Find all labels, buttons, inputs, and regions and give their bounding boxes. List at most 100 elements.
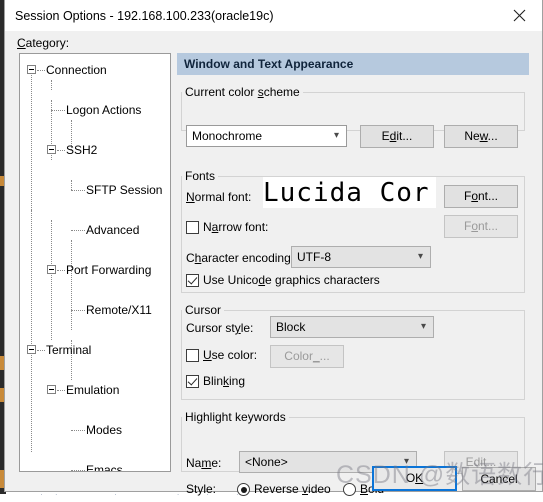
dialog-titlebar: Session Options - 192.168.100.233(oracle… <box>5 0 542 31</box>
tree-item-label: Logon Actions <box>66 103 142 117</box>
btn-part-b: ... <box>487 129 498 143</box>
color-scheme-new-button[interactable]: New... <box>444 125 518 148</box>
label-part-a: Blin <box>203 374 224 388</box>
cursor-style-select[interactable]: Block ▾ <box>270 316 434 338</box>
highlight-style-label: Style: <box>186 482 217 496</box>
tree-item-label: Terminal <box>46 343 92 357</box>
label-part-b: le: <box>240 321 254 335</box>
blinking-label: Blinking <box>203 374 245 388</box>
expander-icon[interactable] <box>47 145 56 154</box>
tree-item-remote-x11[interactable]: Remote/X11 <box>20 300 170 320</box>
tree-item-label: SSH2 <box>66 143 98 157</box>
normal-font-button[interactable]: Font... <box>444 185 518 208</box>
btn-accel: w <box>479 129 488 143</box>
use-color-checkbox[interactable] <box>186 349 199 362</box>
btn-part-a: Ne <box>464 129 480 143</box>
tree-item-logon-actions[interactable]: Logon Actions <box>20 100 170 120</box>
highlight-legend: Highlight keywords <box>185 410 286 424</box>
btn-part-a: Color <box>284 349 313 363</box>
btn-accel: _ <box>312 349 320 363</box>
label-part-a: Use Unico <box>203 273 259 287</box>
label-accel: U <box>203 348 212 362</box>
label-accel: m <box>201 456 212 470</box>
use-color-label: Use color: <box>203 348 257 362</box>
label-part-b: e graphics characters <box>265 273 380 287</box>
tree-item-label: Modes <box>86 423 123 437</box>
tree-item-emulation[interactable]: Emulation <box>20 380 170 400</box>
fonts-legend: Fonts <box>185 169 216 183</box>
label-part-a: Na <box>186 456 202 470</box>
btn-accel: o <box>471 189 478 203</box>
category-label: Category: <box>17 36 69 50</box>
tree-item-terminal[interactable]: Terminal <box>20 340 170 360</box>
tree-item-sftp-session[interactable]: SFTP Session <box>20 180 170 200</box>
cursor-color-button: Color_... <box>270 345 344 368</box>
narrow-font-checkbox[interactable] <box>186 221 199 234</box>
pane-title: Window and Text Appearance <box>177 53 529 75</box>
tree-item-label: Emacs <box>86 463 123 472</box>
appearance-pane: Window and Text Appearance <box>177 53 529 75</box>
tree-item-emacs[interactable]: Emacs <box>20 460 170 472</box>
tree-item-modes[interactable]: Modes <box>20 420 170 440</box>
label-part-b: rmal font: <box>201 190 252 204</box>
use-unicode-graphics-checkbox[interactable] <box>186 274 199 287</box>
chevron-down-icon: ▾ <box>333 130 339 141</box>
tree-item-label: Emulation <box>66 383 120 397</box>
label-part-b: se color: <box>211 348 258 362</box>
label-part-a: Reverse <box>254 482 303 496</box>
tree-item-connection[interactable]: Connection <box>20 60 170 80</box>
btn-part-b: nt... <box>478 189 499 203</box>
expander-icon[interactable] <box>27 345 36 354</box>
category-label-accel: C <box>17 36 26 50</box>
btn-part-a: O <box>405 471 416 485</box>
session-options-dialog: Session Options - 192.168.100.233(oracle… <box>4 0 543 496</box>
ok-button[interactable]: OK <box>372 466 457 491</box>
normal-font-preview: Lucida Cor <box>263 177 436 208</box>
tree-item-port-forwarding[interactable]: Port Forwarding <box>20 260 170 280</box>
reverse-video-radio[interactable] <box>237 483 250 496</box>
label-accel: B <box>360 482 369 496</box>
use-unicode-graphics-label: Use Unicode graphics characters <box>203 273 380 287</box>
dialog-title: Session Options - 192.168.100.233(oracle… <box>15 8 274 23</box>
category-tree[interactable]: Connection Logon Actions SSH2 SFTP Sessi… <box>19 53 171 472</box>
legend-part-b: cheme <box>263 85 300 99</box>
tree-item-ssh2-advanced[interactable]: Advanced <box>20 220 170 240</box>
label-accel: N <box>186 190 195 204</box>
label-part-b: ideo <box>308 482 331 496</box>
character-encoding-label: Character encoding: <box>186 251 294 265</box>
expander-icon[interactable] <box>27 65 36 74</box>
character-encoding-select[interactable]: UTF-8 ▾ <box>291 246 431 268</box>
color-scheme-select[interactable]: Monochrome ▾ <box>186 125 347 147</box>
label-part-a: C <box>186 251 195 265</box>
character-encoding-value: UTF-8 <box>297 250 331 264</box>
cursor-legend: Cursor <box>185 303 222 317</box>
tree-item-label: Advanced <box>86 223 140 237</box>
btn-part-a: E <box>381 129 390 143</box>
btn-part-b: ... <box>319 349 330 363</box>
legend-part-a: Current color <box>185 85 258 99</box>
label-part-b: aracter encoding: <box>201 251 295 265</box>
reverse-video-label: Reverse video <box>254 482 331 496</box>
label-part-a: Cursor st <box>186 321 235 335</box>
btn-accel: o <box>471 219 478 233</box>
color-scheme-legend: Current color scheme <box>182 85 303 99</box>
expander-icon[interactable] <box>47 385 56 394</box>
btn-part-b: nt... <box>478 219 499 233</box>
tree-item-label: Remote/X11 <box>86 303 152 317</box>
color-scheme-edit-button[interactable]: Edit... <box>360 125 434 148</box>
chevron-down-icon: ▾ <box>417 251 423 262</box>
category-label-rest: ategory: <box>25 36 70 50</box>
dialog-body: Category: Connection Logon Actions SSH2 … <box>5 31 542 496</box>
chevron-down-icon: ▾ <box>420 321 426 332</box>
bold-radio[interactable] <box>343 483 356 496</box>
btn-part-a: Cancel <box>480 472 518 486</box>
cursor-style-value: Block <box>276 320 306 334</box>
close-icon[interactable] <box>497 1 542 31</box>
cancel-button[interactable]: Cancel <box>462 467 536 491</box>
expander-icon[interactable] <box>47 265 56 274</box>
highlight-name-label: Name: <box>186 456 221 470</box>
tree-item-ssh2[interactable]: SSH2 <box>20 140 170 160</box>
blinking-checkbox[interactable] <box>186 375 199 388</box>
normal-font-label: Normal font: <box>186 190 251 204</box>
tree-item-label: SFTP Session <box>86 183 163 197</box>
